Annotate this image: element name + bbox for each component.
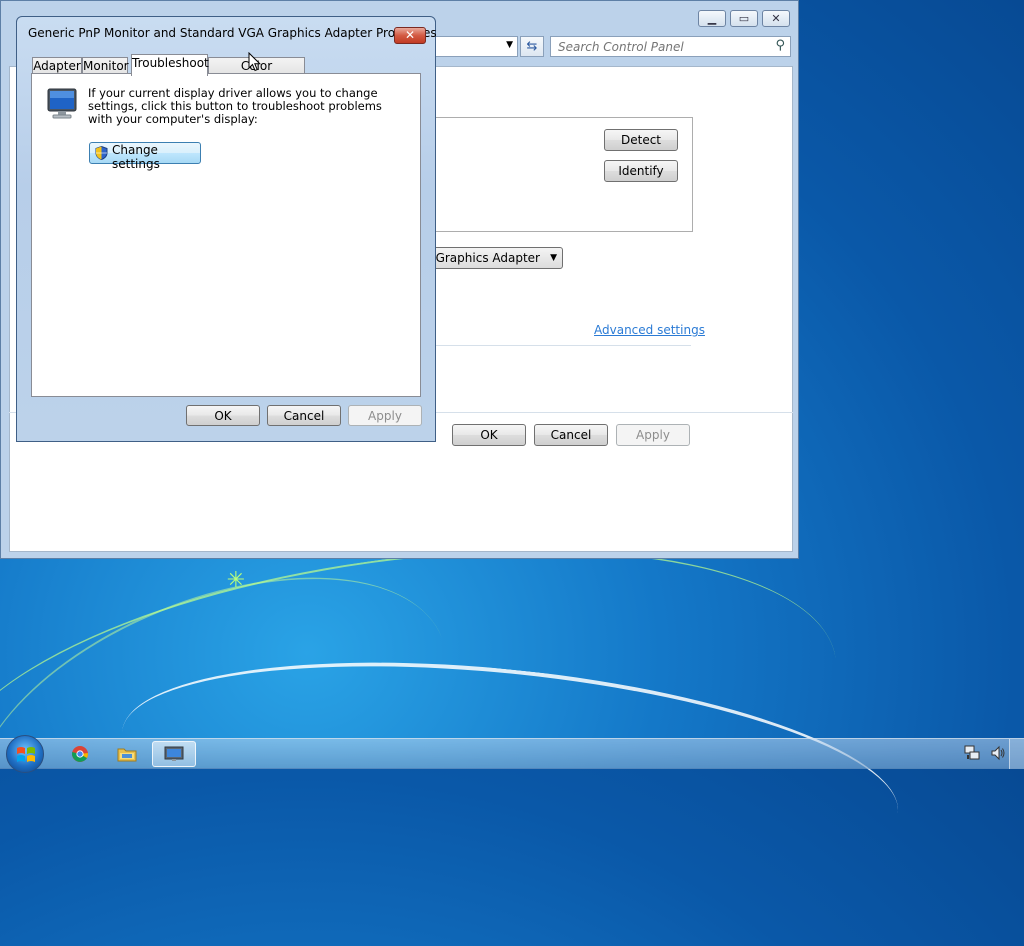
close-icon: ✕ bbox=[771, 12, 781, 25]
minimize-icon: ▁ bbox=[707, 12, 717, 25]
mouse-cursor-icon bbox=[248, 52, 262, 72]
minimize-button[interactable]: ▁ bbox=[698, 10, 726, 27]
advanced-settings-link[interactable]: Advanced settings bbox=[594, 323, 705, 337]
chrome-icon bbox=[72, 746, 88, 762]
maximize-button[interactable]: ▭ bbox=[730, 10, 758, 27]
taskbar-item-display-settings[interactable] bbox=[152, 741, 196, 767]
troubleshoot-description: If your current display driver allows yo… bbox=[88, 86, 382, 126]
taskbar bbox=[0, 735, 1024, 773]
windows-logo-icon bbox=[17, 747, 35, 762]
cp-cancel-button[interactable]: Cancel bbox=[534, 424, 608, 446]
troubleshoot-panel: If your current display driver allows yo… bbox=[31, 73, 421, 397]
properties-dialog: Generic PnP Monitor and Standard VGA Gra… bbox=[16, 16, 437, 442]
taskbar-item-explorer[interactable] bbox=[105, 741, 149, 767]
taskbar-item-chrome[interactable] bbox=[58, 741, 102, 767]
chevron-down-icon: ▼ bbox=[550, 253, 557, 263]
file-explorer-icon bbox=[117, 748, 137, 762]
change-settings-button[interactable]: Change settings bbox=[89, 142, 201, 171]
display-select-value: GA Graphics Adapter bbox=[431, 251, 540, 265]
close-icon: ✕ bbox=[404, 28, 416, 42]
divider bbox=[430, 345, 691, 346]
dialog-close-button[interactable]: ✕ bbox=[394, 27, 426, 44]
volume-icon[interactable] bbox=[990, 745, 1006, 761]
close-button[interactable]: ✕ bbox=[762, 10, 790, 27]
search-input[interactable] bbox=[551, 37, 768, 56]
dialog-title: Generic PnP Monitor and Standard VGA Gra… bbox=[28, 26, 437, 40]
network-icon[interactable] bbox=[964, 745, 980, 761]
cp-apply-button[interactable]: Apply bbox=[616, 424, 690, 446]
chevron-down-icon[interactable]: ▼ bbox=[506, 40, 513, 50]
system-tray bbox=[964, 745, 1006, 761]
refresh-button[interactable]: ⇆ bbox=[520, 36, 544, 57]
show-desktop-button[interactable] bbox=[1009, 739, 1024, 769]
tab-troubleshoot[interactable]: Troubleshoot bbox=[131, 54, 209, 76]
ok-button[interactable]: OK bbox=[186, 405, 260, 426]
start-button[interactable] bbox=[6, 735, 44, 773]
uac-shield-icon bbox=[95, 146, 108, 160]
search-box[interactable]: ⚲ bbox=[550, 36, 791, 57]
refresh-icon: ⇆ bbox=[526, 39, 538, 54]
address-bar[interactable]: ▼ bbox=[430, 36, 518, 57]
cp-ok-button[interactable]: OK bbox=[452, 424, 526, 446]
cancel-button[interactable]: Cancel bbox=[267, 405, 341, 426]
detect-button[interactable]: Detect bbox=[604, 129, 678, 151]
apply-button[interactable]: Apply bbox=[348, 405, 422, 426]
wallpaper-sparkle: ✳ bbox=[226, 568, 246, 593]
identify-button[interactable]: Identify bbox=[604, 160, 678, 182]
change-settings-label: Change settings bbox=[112, 143, 160, 171]
display-select[interactable]: GA Graphics Adapter ▼ bbox=[430, 247, 563, 269]
monitor-icon bbox=[47, 88, 77, 119]
maximize-icon: ▭ bbox=[738, 12, 750, 25]
search-icon[interactable]: ⚲ bbox=[775, 38, 785, 53]
window-caption-buttons: ▁ ▭ ✕ bbox=[698, 10, 790, 27]
display-settings-icon bbox=[164, 746, 184, 761]
